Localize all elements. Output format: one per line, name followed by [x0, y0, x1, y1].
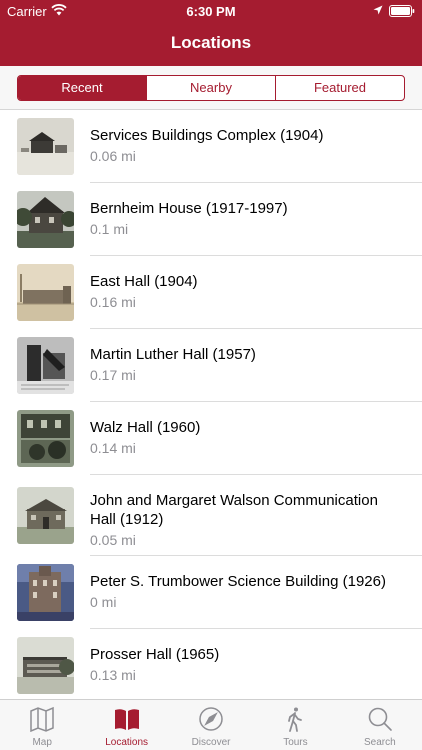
location-thumbnail — [17, 410, 74, 467]
tab-label: Tours — [283, 737, 308, 748]
location-distance: 0.05 mi — [90, 532, 136, 548]
segment-featured[interactable]: Featured — [276, 76, 404, 100]
list-item[interactable]: East Hall (1904) 0.16 mi — [0, 256, 422, 329]
segment-recent[interactable]: Recent — [18, 76, 147, 100]
tab-label: Map — [32, 737, 52, 748]
list-item[interactable]: Martin Luther Hall (1957) 0.17 mi — [0, 329, 422, 402]
compass-icon — [199, 707, 223, 731]
navigation-header: Carrier 6:30 PM Locations — [0, 0, 422, 66]
tab-discover[interactable]: Discover — [169, 700, 253, 750]
clock-label: 6:30 PM — [186, 4, 236, 19]
list-item[interactable]: John and Margaret Walson Communication H… — [0, 475, 422, 556]
tab-label: Search — [363, 737, 396, 748]
location-thumbnail — [17, 637, 74, 694]
list-item[interactable]: Prosser Hall (1965) 0.13 mi — [0, 629, 422, 699]
location-distance: 0.1 mi — [90, 221, 129, 237]
segment-bar: Recent Nearby Featured — [0, 66, 422, 110]
location-title: Martin Luther Hall (1957) — [90, 346, 256, 363]
location-thumbnail — [17, 118, 74, 175]
battery-icon — [389, 5, 415, 17]
segment-nearby[interactable]: Nearby — [147, 76, 276, 100]
location-arrow-icon — [373, 5, 383, 15]
location-thumbnail — [17, 337, 74, 394]
location-distance: 0.13 mi — [90, 667, 136, 683]
tab-map[interactable]: Map — [0, 700, 84, 750]
location-distance: 0.16 mi — [90, 294, 136, 310]
tab-tours[interactable]: Tours — [253, 700, 337, 750]
search-icon — [368, 707, 392, 731]
location-title: John and Margaret Walson Communication H… — [90, 492, 378, 528]
location-title: Bernheim House (1917-1997) — [90, 200, 288, 217]
location-thumbnail — [17, 264, 74, 321]
tab-locations[interactable]: Locations — [84, 700, 168, 750]
location-title: East Hall (1904) — [90, 273, 198, 290]
list-item[interactable]: Walz Hall (1960) 0.14 mi — [0, 402, 422, 475]
location-thumbnail — [17, 564, 74, 621]
status-bar: Carrier 6:30 PM — [0, 0, 422, 22]
location-thumbnail — [17, 191, 74, 248]
location-distance: 0.14 mi — [90, 440, 136, 456]
location-distance: 0.17 mi — [90, 367, 136, 383]
location-title: Peter S. Trumbower Science Building (192… — [90, 573, 386, 590]
location-title: Prosser Hall (1965) — [90, 646, 220, 663]
locations-list: Services Buildings Complex (1904) 0.06 m… — [0, 110, 422, 699]
list-item[interactable]: Services Buildings Complex (1904) 0.06 m… — [0, 110, 422, 183]
location-title: Services Buildings Complex (1904) — [90, 127, 324, 144]
book-icon — [114, 709, 139, 730]
location-thumbnail — [17, 487, 74, 544]
tab-search[interactable]: Search — [338, 700, 422, 750]
list-item[interactable]: Bernheim House (1917-1997) 0.1 mi — [0, 183, 422, 256]
tab-label: Discover — [191, 737, 231, 748]
list-item[interactable]: Peter S. Trumbower Science Building (192… — [0, 556, 422, 629]
page-title: Locations — [170, 33, 252, 52]
location-distance: 0 mi — [90, 594, 117, 610]
map-icon — [30, 706, 54, 732]
location-distance: 0.06 mi — [90, 148, 136, 164]
location-title: Walz Hall (1960) — [90, 419, 201, 436]
tab-label: Locations — [105, 737, 149, 748]
walking-person-icon — [288, 707, 303, 732]
segmented-control: Recent Nearby Featured — [17, 75, 405, 101]
tab-bar: Map Locations Discover Tours Search — [0, 699, 422, 750]
